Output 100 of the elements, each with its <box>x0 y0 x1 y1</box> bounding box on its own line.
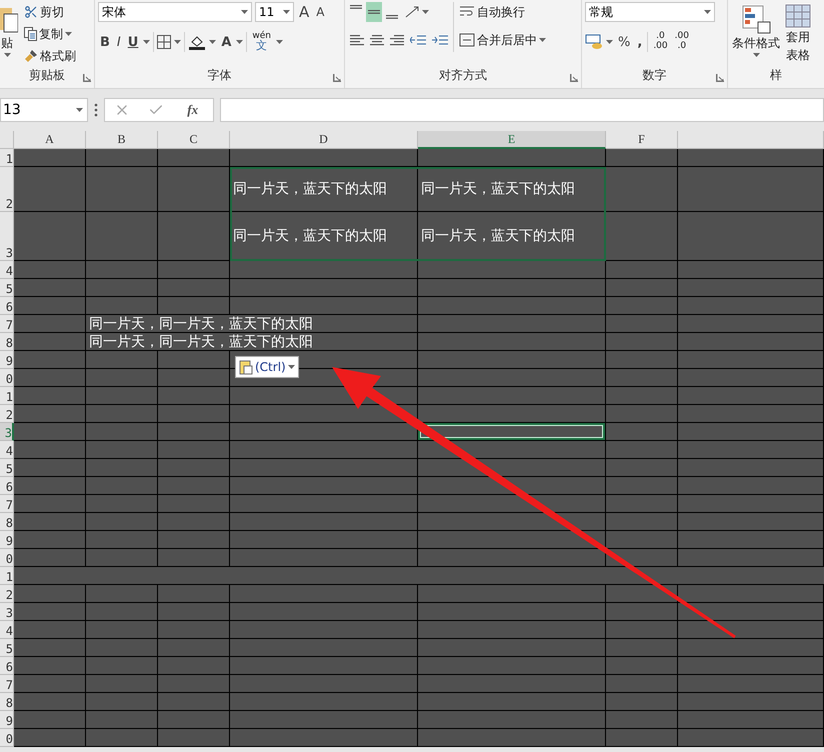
row-header[interactable]: 4 <box>0 621 14 639</box>
shrink-font-button[interactable]: A <box>314 2 326 22</box>
bold-button[interactable]: B <box>98 32 112 52</box>
vertical-align-button[interactable] <box>366 2 382 22</box>
table-cell <box>158 369 230 387</box>
row-header[interactable]: 2 <box>0 585 14 603</box>
row-header[interactable]: 0 <box>0 549 14 567</box>
font-name-select[interactable]: 宋体 <box>98 2 252 22</box>
row-header[interactable]: 6 <box>0 657 14 675</box>
borders-icon[interactable] <box>157 35 172 49</box>
table-cell <box>158 423 230 441</box>
table-cell <box>86 261 158 279</box>
table-cell <box>158 261 230 279</box>
number-format-select[interactable]: 常规 <box>585 2 715 22</box>
column-header[interactable]: E <box>418 131 606 149</box>
indent-icon <box>432 34 448 46</box>
table-cell <box>158 585 230 603</box>
paste-button[interactable]: 贴 <box>0 2 19 67</box>
row-header[interactable]: 2 <box>0 405 14 423</box>
more-icon[interactable] <box>94 103 98 117</box>
table-cell <box>158 459 230 477</box>
currency-icon[interactable] <box>585 34 603 50</box>
row-header[interactable]: 3 <box>0 423 14 441</box>
fill-color-icon[interactable] <box>188 34 206 50</box>
table-cell <box>86 387 158 405</box>
dialog-launcher-icon[interactable] <box>570 74 578 82</box>
dialog-launcher-icon[interactable] <box>716 74 724 82</box>
format-as-table-button[interactable]: 套用 表格 <box>784 2 812 67</box>
copy-button[interactable]: 复制 <box>22 24 78 44</box>
caret-icon <box>539 38 546 42</box>
wrap-text-button[interactable]: 自动换行 <box>457 2 548 22</box>
table-cell <box>606 279 678 297</box>
insert-function-button[interactable]: fx <box>181 101 204 119</box>
row-header[interactable]: 5 <box>0 639 14 657</box>
row-header[interactable]: 2 <box>0 167 14 212</box>
table-cell <box>158 212 230 261</box>
table-cell <box>158 657 230 675</box>
row-header[interactable]: 6 <box>0 297 14 315</box>
comma-button[interactable]: , <box>635 32 644 52</box>
decrease-decimal-button[interactable]: .00 .0 <box>672 30 691 54</box>
row-header[interactable]: 7 <box>0 675 14 693</box>
table-cell <box>606 621 678 639</box>
table-cell <box>158 549 230 567</box>
row-header[interactable]: 6 <box>0 477 14 495</box>
row-header[interactable]: 1 <box>0 567 14 585</box>
format-painter-button[interactable]: 格式刷 <box>22 46 78 66</box>
column-header[interactable]: B <box>86 131 158 149</box>
formula-input[interactable] <box>220 98 824 122</box>
increase-decimal-button[interactable]: .0 .00 <box>651 30 670 54</box>
table-cell <box>158 693 230 711</box>
table-cell <box>86 459 158 477</box>
grow-font-button[interactable]: A <box>297 2 312 22</box>
table-cell <box>86 405 158 423</box>
row-header[interactable]: 5 <box>0 279 14 297</box>
row-header[interactable]: 7 <box>0 495 14 513</box>
paste-options-button[interactable]: (Ctrl) <box>235 356 299 378</box>
row-header[interactable]: 1 <box>0 149 14 167</box>
row-header[interactable]: 1 <box>0 387 14 405</box>
italic-button[interactable]: I <box>114 32 123 52</box>
caret-icon <box>4 53 10 57</box>
dialog-launcher-icon[interactable] <box>333 74 341 82</box>
row-header[interactable]: 8 <box>0 693 14 711</box>
row-header[interactable]: 7 <box>0 315 14 333</box>
merge-icon <box>459 33 475 47</box>
row-header[interactable]: 3 <box>0 603 14 621</box>
font-size-select[interactable]: 11 <box>255 2 294 22</box>
row-header[interactable]: 9 <box>0 531 14 549</box>
cut-button[interactable]: 剪切 <box>22 2 78 22</box>
table-cell <box>86 212 158 261</box>
name-box[interactable]: 13 <box>0 98 88 122</box>
row-header[interactable]: 4 <box>0 441 14 459</box>
table-cell <box>86 441 158 459</box>
caret-icon <box>752 53 760 57</box>
caret-icon <box>143 40 150 44</box>
row-header[interactable]: 9 <box>0 711 14 729</box>
row-header[interactable]: 9 <box>0 351 14 369</box>
dialog-launcher-icon[interactable] <box>83 74 91 82</box>
phonetic-button[interactable]: wén 文 <box>250 30 273 54</box>
row-header[interactable]: 4 <box>0 261 14 279</box>
table-cell <box>606 675 678 693</box>
table-cell <box>86 513 158 531</box>
column-header[interactable]: F <box>606 131 678 149</box>
table-cell <box>86 423 158 441</box>
merge-center-button[interactable]: 合并后居中 <box>457 30 548 50</box>
table-cell <box>606 477 678 495</box>
percent-button[interactable]: % <box>616 32 632 52</box>
conditional-format-button[interactable]: 条件格式 <box>731 2 781 67</box>
caret-icon <box>76 108 83 112</box>
row-header[interactable]: 0 <box>0 729 14 747</box>
column-header[interactable]: C <box>158 131 230 149</box>
row-header[interactable]: 0 <box>0 369 14 387</box>
row-header[interactable]: 5 <box>0 459 14 477</box>
caret-icon <box>283 10 290 14</box>
row-header[interactable]: 8 <box>0 333 14 351</box>
row-header[interactable]: 3 <box>0 212 14 261</box>
underline-button[interactable]: U <box>126 32 140 52</box>
column-header[interactable]: D <box>230 131 418 149</box>
row-header[interactable]: 8 <box>0 513 14 531</box>
font-color-button[interactable]: A <box>219 32 234 52</box>
column-header[interactable]: A <box>14 131 86 149</box>
